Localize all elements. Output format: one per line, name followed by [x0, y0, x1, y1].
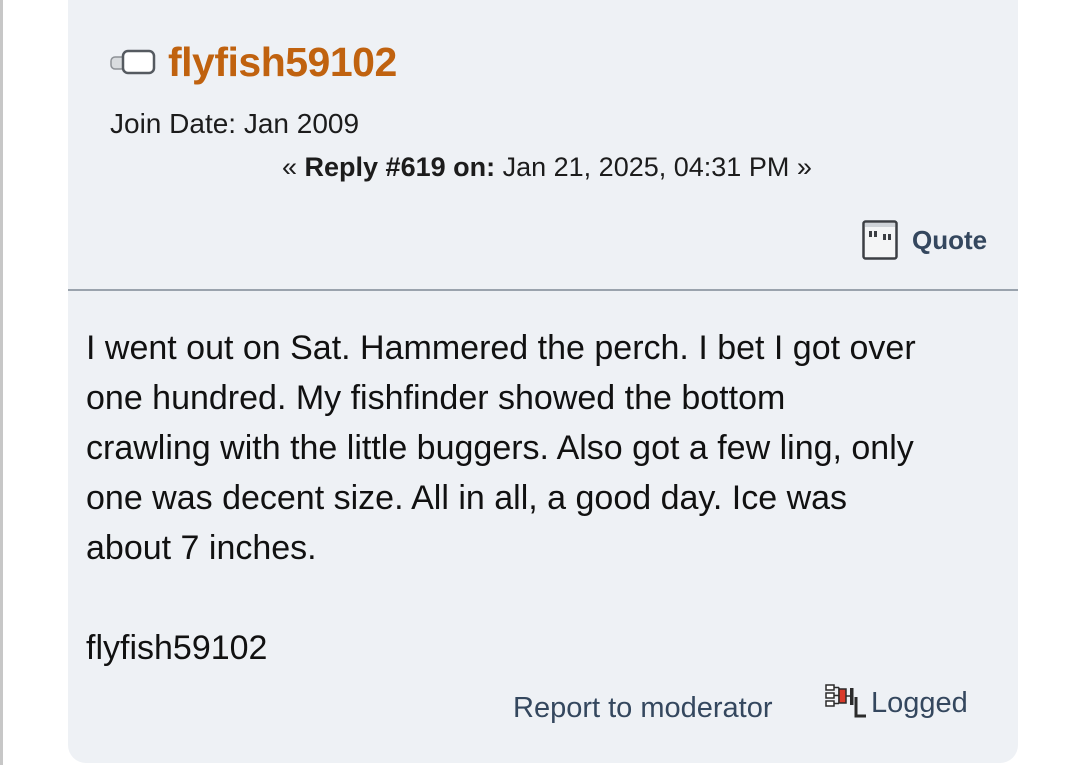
reply-prefix: «	[282, 152, 305, 182]
ip-logged-icon	[825, 684, 866, 718]
post-header-divider	[68, 289, 1018, 291]
post-body-line: crawling with the little buggers. Also g…	[86, 429, 914, 467]
join-date: Join Date: Jan 2009	[110, 108, 360, 139]
post-body-line: one hundred. My fishfinder showed the bo…	[86, 379, 786, 417]
reply-date: Jan 21, 2025, 04:31 PM »	[495, 152, 812, 182]
post-body-line: I went out on Sat. Hammered the perch. I…	[86, 329, 916, 367]
post-body-line: one was decent size. All in all, a good …	[86, 479, 848, 517]
logged-label: Logged	[871, 687, 968, 719]
poster-name-link[interactable]: flyfish59102	[168, 39, 397, 86]
reply-info: « Reply #619 on: Jan 21, 2025, 04:31 PM …	[282, 152, 812, 183]
post-signature: flyfish59102	[86, 629, 268, 667]
post-body: I went out on Sat. Hammered the perch. I…	[86, 323, 1006, 573]
quote-button[interactable]: Quote	[862, 220, 987, 260]
poster-info: flyfish59102	[110, 38, 397, 86]
page-left-border	[0, 0, 3, 765]
quote-label: Quote	[912, 224, 988, 255]
report-to-moderator-link[interactable]: Report to moderator	[513, 692, 773, 725]
offline-status-icon	[110, 49, 156, 75]
reply-number-link[interactable]: Reply #619 on:	[305, 152, 496, 182]
post-body-line: about 7 inches.	[86, 529, 317, 567]
ip-logged: Logged	[823, 683, 968, 721]
quote-icon	[862, 220, 898, 260]
